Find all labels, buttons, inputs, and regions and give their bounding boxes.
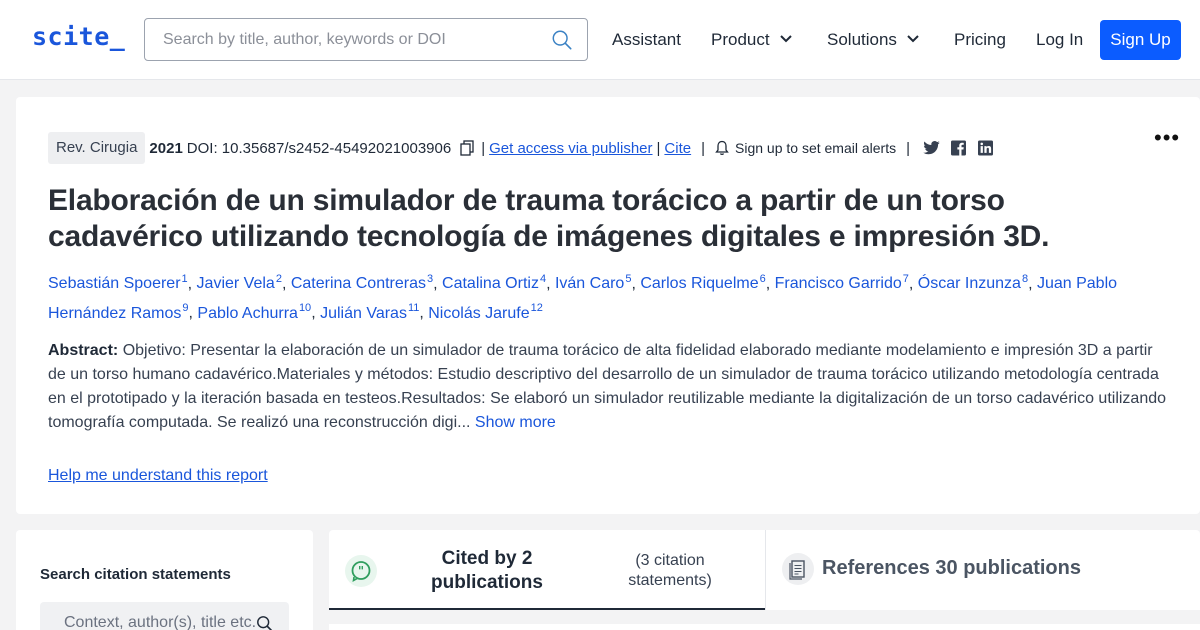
author-link[interactable]: Julián Varas11 (320, 302, 419, 321)
tab-cited-by[interactable]: Cited by 2 publications (417, 547, 557, 595)
tab-content-area (329, 624, 1200, 630)
author-link[interactable]: Nicolás Jarufe12 (428, 302, 543, 321)
cited-by-icon: " (345, 555, 377, 587)
copy-icon[interactable] (459, 140, 475, 156)
author-link[interactable]: Óscar Inzunza8 (918, 273, 1028, 292)
cite-link[interactable]: Cite (664, 140, 691, 157)
author-link[interactable]: Francisco Garrido7 (775, 273, 909, 292)
svg-text:": " (358, 564, 364, 578)
author-link[interactable]: Carlos Riquelme6 (640, 273, 765, 292)
author-link[interactable]: Iván Caro5 (555, 273, 632, 292)
nav-product[interactable]: Product (711, 30, 792, 50)
separator: | (656, 139, 661, 157)
chevron-down-icon (779, 35, 792, 43)
search-icon[interactable] (551, 29, 573, 51)
top-navigation-bar: scite_ Assistant Product Solutions Prici… (0, 0, 1200, 80)
search-icon[interactable] (256, 615, 274, 630)
active-tab-indicator (329, 608, 765, 610)
linkedin-icon[interactable] (976, 139, 995, 157)
citation-search-input[interactable]: Context, author(s), title etc. (40, 602, 289, 630)
citation-statements-count: (3 citation statements) (628, 552, 712, 589)
paper-card: Rev. Cirugia 2021 DOI: 10.35687/s2452-45… (16, 97, 1200, 514)
author-link[interactable]: Javier Vela2 (197, 273, 282, 292)
author-link[interactable]: Caterina Contreras3 (291, 273, 433, 292)
paper-title: Elaboración de un simulador de trauma to… (48, 184, 1050, 253)
facebook-icon[interactable] (949, 139, 968, 157)
author-list: Sebastián Spoerer1, Javier Vela2, Cateri… (48, 273, 1118, 322)
separator: | (481, 139, 486, 157)
speech-bubble-icon: " (351, 561, 371, 583)
search-input[interactable] (146, 20, 541, 59)
author-link[interactable]: Sebastián Spoerer1 (48, 273, 188, 292)
citation-tabs: " Cited by 2 publications (3 citation st… (329, 530, 1200, 610)
doi-text: DOI: 10.35687/s2452-45492021003906 (186, 139, 452, 157)
author-link[interactable]: Pablo Achurra10 (197, 302, 311, 321)
nav-assistant[interactable]: Assistant (612, 30, 681, 50)
abstract-block: Abstract: Objetivo: Presentar la elabora… (48, 339, 1173, 435)
show-more-link[interactable]: Show more (475, 414, 556, 431)
search-box[interactable] (144, 18, 588, 61)
nav-login[interactable]: Log In (1036, 30, 1083, 50)
nav-pricing[interactable]: Pricing (954, 30, 1006, 50)
get-access-link[interactable]: Get access via publisher (489, 140, 652, 157)
document-icon (789, 560, 805, 580)
tab-divider (765, 530, 766, 610)
tab-references[interactable]: References 30 publications (822, 557, 1081, 580)
separator: | (701, 139, 706, 157)
author-link[interactable]: Catalina Ortiz4 (442, 273, 546, 292)
citation-search-placeholder[interactable]: Context, author(s), title etc. (64, 614, 256, 630)
signup-button[interactable]: Sign Up (1100, 20, 1181, 60)
references-icon (782, 553, 814, 585)
citation-search-title: Search citation statements (40, 566, 231, 583)
nav-solutions[interactable]: Solutions (827, 30, 919, 50)
more-options-icon[interactable]: ••• (1154, 125, 1180, 151)
paper-meta-row: Rev. Cirugia 2021 DOI: 10.35687/s2452-45… (48, 132, 995, 164)
scite-logo[interactable]: scite_ (32, 22, 125, 51)
citation-search-panel: Search citation statements Context, auth… (16, 530, 313, 630)
help-understand-link[interactable]: Help me understand this report (48, 467, 268, 485)
bell-icon[interactable] (715, 140, 729, 156)
publication-year: 2021 (149, 139, 183, 157)
chevron-down-icon (907, 35, 919, 43)
separator: | (906, 139, 911, 157)
abstract-label: Abstract: (48, 342, 119, 359)
twitter-icon[interactable] (922, 139, 941, 157)
email-alert-link[interactable]: Sign up to set email alerts (735, 140, 896, 156)
abstract-text: Objetivo: Presentar la elaboración de un… (48, 342, 1167, 431)
journal-badge[interactable]: Rev. Cirugia (48, 132, 146, 164)
